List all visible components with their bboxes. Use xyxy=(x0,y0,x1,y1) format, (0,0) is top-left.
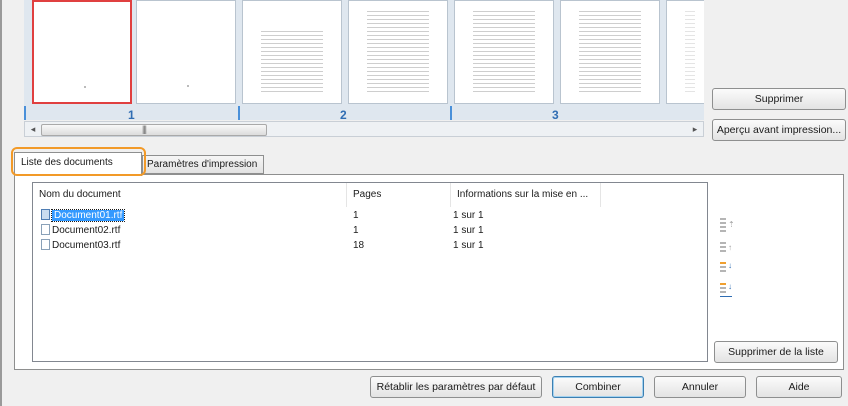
document-pages: 18 xyxy=(353,240,365,251)
document-number-label: 1 xyxy=(128,108,135,120)
move-bottom-icon[interactable]: ↓ xyxy=(720,282,732,298)
help-button[interactable]: Aide xyxy=(756,376,842,398)
document-info: 1 sur 1 xyxy=(453,210,484,221)
document-separator xyxy=(450,106,452,120)
document-pages: 1 xyxy=(353,210,359,221)
page-thumbnail[interactable] xyxy=(136,0,236,104)
restore-defaults-button[interactable]: Rétablir les paramètres par défaut xyxy=(370,376,542,398)
page-thumbnail[interactable] xyxy=(666,0,704,104)
page-thumbnail[interactable] xyxy=(348,0,448,104)
combine-dialog: 1 2 3 ◂ ||| ▸ Supprimer Aperçu avant imp… xyxy=(0,0,848,406)
cancel-button[interactable]: Annuler xyxy=(654,376,746,398)
table-row[interactable]: Document03.rtf 18 1 sur 1 xyxy=(33,239,707,252)
document-name: Document01.rtf xyxy=(50,209,126,222)
tab-document-list[interactable]: Liste des documents xyxy=(14,152,142,176)
document-info: 1 sur 1 xyxy=(453,225,484,236)
scroll-left-icon[interactable]: ◂ xyxy=(26,123,40,135)
print-preview-button[interactable]: Aperçu avant impression... xyxy=(712,119,846,141)
document-info: 1 sur 1 xyxy=(453,240,484,251)
document-number-label: 3 xyxy=(552,108,559,120)
move-top-icon[interactable]: ⇡ xyxy=(720,218,735,232)
tab-print-settings[interactable]: Paramètres d'impression xyxy=(142,155,264,174)
column-header-info[interactable]: Informations sur la mise en ... xyxy=(451,183,601,207)
document-icon xyxy=(41,209,50,220)
document-name: Document03.rtf xyxy=(52,240,121,251)
table-row[interactable]: Document01.rtf 1 1 sur 1 xyxy=(33,209,707,222)
delete-page-button[interactable]: Supprimer xyxy=(712,88,846,110)
table-row[interactable]: Document02.rtf 1 1 sur 1 xyxy=(33,224,707,237)
move-down-icon[interactable]: ↓ xyxy=(720,260,732,274)
move-up-icon[interactable]: ↑ xyxy=(720,240,732,254)
document-separator xyxy=(24,106,26,120)
combine-button[interactable]: Combiner xyxy=(552,376,644,398)
document-pages: 1 xyxy=(353,225,359,236)
grip-icon: ||| xyxy=(142,124,147,134)
document-separator xyxy=(238,106,240,120)
page-thumbnail[interactable] xyxy=(560,0,660,104)
document-icon xyxy=(41,239,50,250)
document-icon xyxy=(41,224,50,235)
document-number-label: 2 xyxy=(340,108,347,120)
document-list[interactable]: Nom du document Pages Informations sur l… xyxy=(32,182,708,362)
preview-horizontal-scrollbar[interactable]: ◂ ||| ▸ xyxy=(24,121,704,137)
column-header-name[interactable]: Nom du document xyxy=(33,183,347,207)
scrollbar-thumb[interactable]: ||| xyxy=(41,124,267,136)
remove-from-list-button[interactable]: Supprimer de la liste xyxy=(714,341,838,363)
document-name: Document02.rtf xyxy=(52,225,121,236)
page-thumbnail[interactable] xyxy=(454,0,554,104)
page-thumbnail[interactable] xyxy=(32,0,132,104)
page-thumbnail[interactable] xyxy=(242,0,342,104)
scroll-right-icon[interactable]: ▸ xyxy=(688,123,702,135)
column-header-pages[interactable]: Pages xyxy=(347,183,451,207)
page-preview-strip[interactable]: 1 2 3 xyxy=(24,0,704,120)
